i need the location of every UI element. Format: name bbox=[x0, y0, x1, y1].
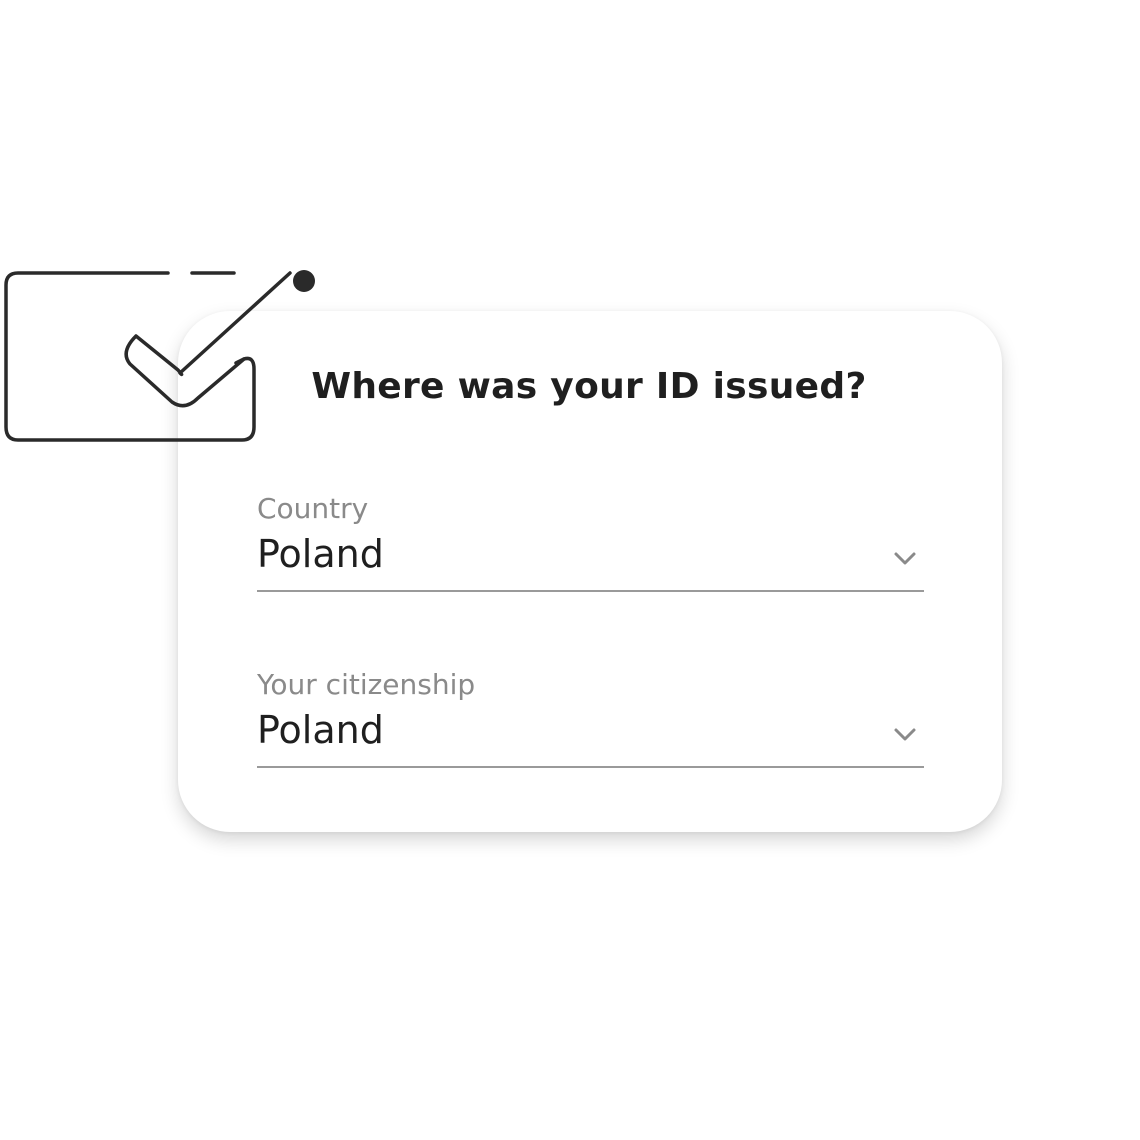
chevron-down-icon[interactable] bbox=[892, 724, 918, 744]
country-select[interactable]: Country Poland bbox=[257, 492, 924, 592]
country-value: Poland bbox=[257, 532, 384, 576]
citizenship-label: Your citizenship bbox=[257, 668, 476, 701]
chevron-down-icon[interactable] bbox=[892, 548, 918, 568]
citizenship-select[interactable]: Your citizenship Poland bbox=[257, 668, 924, 768]
id-issuance-screen: Where was your ID issued? Country Poland… bbox=[0, 0, 1140, 1140]
citizenship-value: Poland bbox=[257, 708, 384, 752]
page-title: Where was your ID issued? bbox=[311, 366, 867, 407]
country-label: Country bbox=[257, 492, 369, 525]
id-card-checkmark-icon bbox=[4, 270, 315, 442]
